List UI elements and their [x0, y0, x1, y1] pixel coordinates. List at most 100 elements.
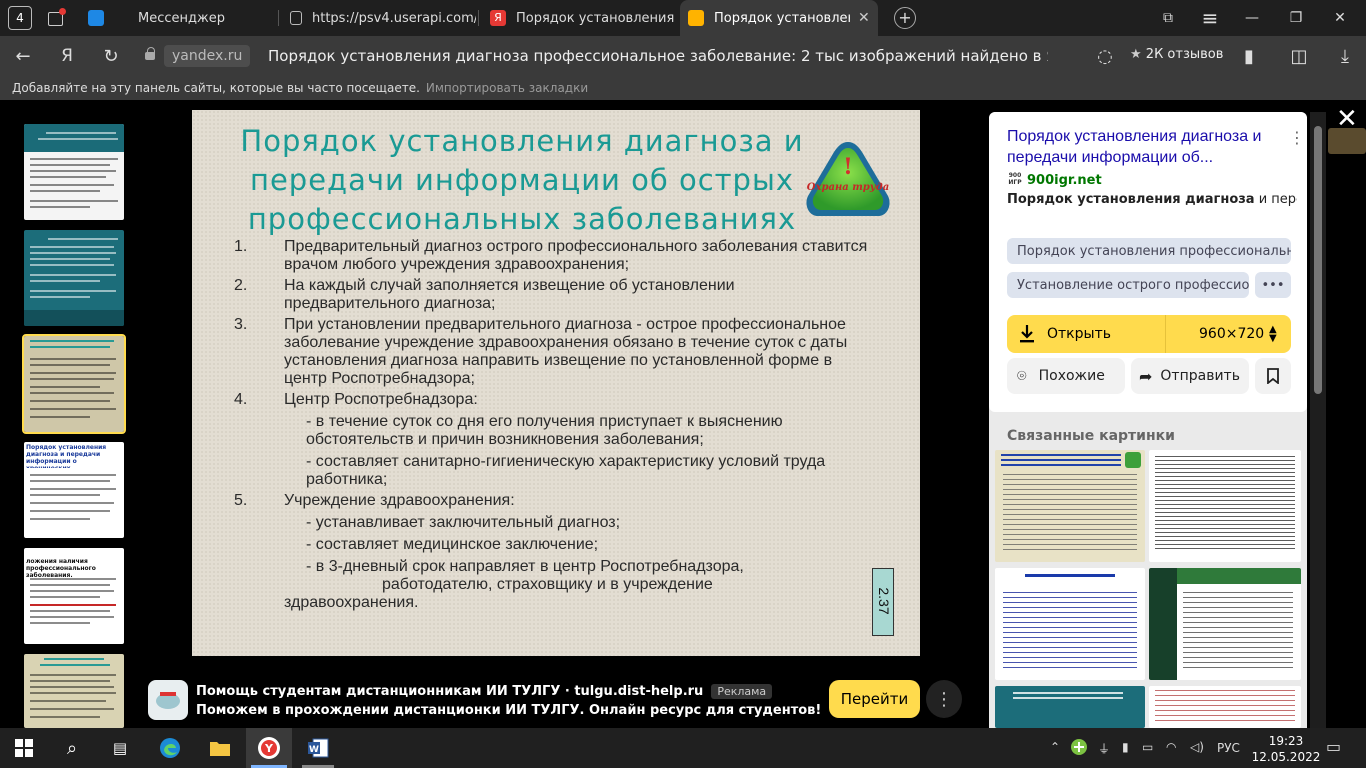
yandex-logo-icon[interactable]: Я [54, 44, 80, 68]
share-button[interactable]: ➦ Отправить [1131, 358, 1249, 394]
tab-separator [478, 10, 479, 26]
item-text: На каждый случай заполняется извещение о… [284, 277, 735, 312]
panel-scrollbar[interactable] [1310, 112, 1326, 728]
size-select[interactable]: 960×720 [1199, 326, 1264, 342]
scrollbar-thumb[interactable] [1314, 126, 1322, 394]
thumbnail[interactable] [24, 654, 124, 728]
safety-logo-icon: ! [806, 142, 890, 216]
search-icon[interactable]: ⌕ [60, 736, 84, 760]
thumbnail-caption: Порядок установления диагноза и передачи… [26, 444, 107, 468]
file-explorer-icon[interactable] [208, 736, 232, 760]
new-window-icon[interactable] [46, 8, 66, 28]
extensions-icon[interactable]: ◫ [1286, 44, 1312, 68]
bookmark-icon[interactable]: ▮ [1236, 44, 1262, 68]
snippet-bold: Порядок установления диагноза [1007, 192, 1255, 207]
wifi-icon[interactable]: ◠ [1166, 740, 1176, 754]
download-icon[interactable]: ⤓ [1332, 44, 1358, 68]
protect-icon[interactable]: ◌ [1092, 44, 1118, 68]
next-image-preview[interactable] [1328, 128, 1366, 154]
item-number: 2. [234, 277, 248, 294]
import-bookmarks-link[interactable]: Импортировать закладки [426, 81, 588, 95]
related-image[interactable] [995, 686, 1145, 728]
open-label: Открыть [1047, 326, 1111, 342]
svg-text:Y: Y [264, 742, 274, 755]
windows-start-icon[interactable] [12, 736, 36, 760]
similar-label: Похожие [1038, 368, 1105, 384]
tab-userapi[interactable]: https://psv4.userapi.com/c [282, 0, 476, 36]
more-options-icon[interactable]: ⋮ [1289, 128, 1305, 147]
ad-go-button[interactable]: Перейти [829, 680, 920, 718]
result-title-link[interactable]: Порядок установления диагноза и передачи… [1007, 126, 1285, 168]
task-view-icon[interactable]: ▤ [108, 736, 132, 760]
domain-chip[interactable]: yandex.ru [164, 45, 251, 67]
thumbnail-selected[interactable] [22, 334, 126, 434]
slide-title: Порядок установления диагноза и передачи… [240, 124, 804, 236]
language-indicator[interactable]: РУС [1217, 741, 1240, 755]
tag-chip[interactable]: Порядок установления профессионально... [1007, 238, 1291, 264]
volume-icon[interactable]: ◁) [1190, 740, 1204, 754]
thumbnail[interactable]: Порядок установления диагноза и передачи… [24, 442, 124, 538]
add-icon[interactable] [1070, 738, 1088, 759]
slide-number-box: 2.37 [872, 568, 894, 636]
close-window-button[interactable]: ✕ [1318, 0, 1362, 36]
ad-title[interactable]: Помощь студентам дистанционникам ИИ ТУЛГ… [196, 684, 773, 699]
minimize-button[interactable]: — [1230, 0, 1274, 36]
notifications-icon[interactable]: ▭ [1326, 737, 1341, 756]
microphone-icon[interactable]: ▮ [1122, 740, 1129, 754]
related-image[interactable] [1149, 568, 1301, 680]
reload-icon[interactable]: ↻ [98, 44, 124, 68]
tab-messenger[interactable]: Мессенджер [80, 0, 276, 36]
item-number: 3. [234, 316, 248, 333]
site-favicon: 900 ИГР [1008, 172, 1022, 186]
restore-button[interactable]: ❐ [1274, 0, 1318, 36]
ad-more-icon[interactable]: ⋮ [926, 680, 962, 718]
page-icon [290, 11, 302, 25]
ad-banner[interactable]: Помощь студентам дистанционникам ИИ ТУЛГ… [138, 670, 968, 728]
list-item: 1. Предварительный диагноз острого профес… [234, 238, 874, 274]
back-arrow-icon[interactable]: ← [10, 44, 36, 68]
word-icon[interactable]: W [306, 736, 330, 760]
related-image[interactable] [1149, 450, 1301, 562]
tab-yandex-search[interactable]: Я Порядок установления ди [482, 0, 678, 36]
new-tab-button[interactable]: + [894, 7, 916, 29]
related-image[interactable] [1149, 686, 1301, 728]
item-text: Учреждение здравоохранения: [284, 492, 515, 509]
clock[interactable]: 19:23 12.05.2022 [1248, 733, 1324, 765]
collections-icon[interactable]: ⧉ [1146, 0, 1190, 36]
close-tab-icon[interactable]: ✕ [858, 10, 870, 26]
tag-chip[interactable]: Установление острого профессионально... [1007, 272, 1249, 298]
similar-button[interactable]: ⌾ Похожие [1007, 358, 1125, 394]
slide-image[interactable]: Порядок установления диагноза и передачи… [192, 110, 920, 656]
yandex-browser-icon[interactable]: Y [257, 736, 281, 760]
thumbnail-caption: ложения наличия профессионального заболе… [26, 558, 96, 579]
battery-icon[interactable]: ▭ [1142, 740, 1153, 754]
thumbnail[interactable] [24, 230, 124, 326]
page-title[interactable]: Порядок установления диагноза профессион… [268, 47, 1048, 65]
reviews-badge[interactable]: ★ 2К отзывов [1130, 47, 1223, 62]
source-site[interactable]: 900 ИГР 900igr.net [1007, 172, 1101, 188]
thumbnail[interactable]: ложения наличия профессионального заболе… [24, 548, 124, 644]
thumbnail[interactable] [24, 124, 124, 220]
list-item: 2. На каждый случай заполняется извещение… [234, 277, 874, 313]
list-item: 4. Центр Роспотребнадзора: - в течение су… [234, 391, 874, 489]
network-icon[interactable]: ⏚ [1098, 740, 1110, 757]
bookmark-button[interactable] [1255, 358, 1291, 394]
slide-list: 1. Предварительный диагноз острого профес… [234, 238, 874, 615]
item-number: 1. [234, 238, 248, 255]
sub-item: - устанавливает заключительный диагноз; [306, 514, 621, 531]
ad-logo-icon [148, 680, 188, 720]
item-text: Центр Роспотребнадзора: [284, 391, 478, 408]
reviews-count: 2К отзывов [1145, 47, 1224, 62]
edge-icon[interactable] [158, 736, 182, 760]
show-hidden-icons[interactable]: ⌃ [1050, 740, 1060, 754]
menu-icon[interactable]: ≡ [1188, 0, 1232, 36]
open-button[interactable]: Открыть 960×720 ▲ ▼ [1007, 315, 1291, 353]
related-image[interactable] [995, 568, 1145, 680]
tab-count-button[interactable]: 4 [8, 6, 32, 30]
related-image[interactable] [995, 450, 1145, 562]
more-tags-button[interactable]: ••• [1255, 272, 1291, 298]
tab-active-image[interactable]: Порядок установления ✕ [680, 0, 878, 36]
open-button-divider [1165, 315, 1166, 353]
yandex-icon: Я [490, 10, 506, 26]
clock-time: 19:23 [1268, 734, 1304, 748]
